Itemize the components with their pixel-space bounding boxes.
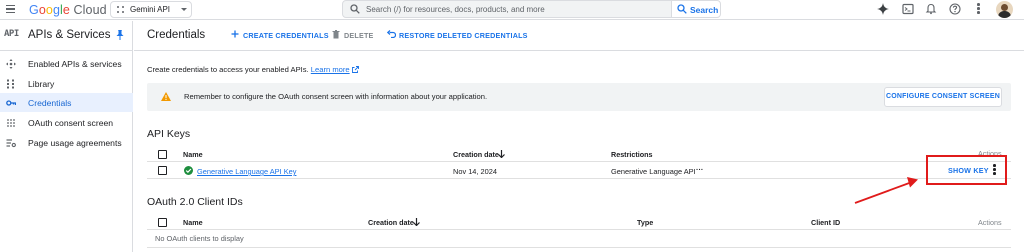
search-bar[interactable]: Search (/) for resources, docs, products… [342,0,672,18]
oauth-table-header: Name Creation date Type Client ID Action… [147,214,1011,230]
gemini-spark-icon[interactable] [877,3,889,15]
api-key-name-link[interactable]: Generative Language API Key [197,167,296,176]
search-icon [677,4,687,14]
api-key-creation-date: Nov 14, 2024 [453,167,497,176]
create-credentials-label: CREATE CREDENTIALS [243,31,329,40]
avatar[interactable] [996,1,1013,18]
pin-icon[interactable] [116,30,124,40]
column-creation-date[interactable]: Creation date [368,218,414,227]
sidebar: API APIs & Services Enabled APIs & servi… [0,21,133,252]
external-link-icon[interactable] [351,66,359,73]
annotation-arrow-icon [854,177,918,204]
consent-dots-icon [7,119,15,127]
sidebar-item-label: Enabled APIs & services [28,59,122,69]
sidebar-item-label: OAuth consent screen [28,118,114,128]
banner-message: Remember to configure the OAuth consent … [184,92,488,101]
arrow-down-icon[interactable] [413,218,420,226]
search-button-label: Search [690,5,719,15]
more-restrictions-icon[interactable]: ··· [696,165,703,174]
sidebar-item-label: Page usage agreements [28,138,122,148]
chevron-down-icon [181,8,187,11]
search-icon [350,4,360,14]
row-checkbox[interactable] [158,166,167,175]
column-actions: Actions [978,218,1002,227]
settings-list-icon [6,139,16,148]
logo-cloud-word: Cloud [73,3,107,17]
oauth-client-ids-heading: OAuth 2.0 Client IDs [147,196,243,208]
key-icon [6,100,16,106]
project-name: Gemini API [130,5,171,14]
page-title: Credentials [147,29,206,41]
notifications-icon[interactable] [925,3,937,15]
undo-icon [387,30,396,38]
configure-consent-screen-button[interactable]: CONFIGURE CONSENT SCREEN [884,87,1002,107]
sidebar-title: APIs & Services [28,29,111,41]
api-badge-icon: API [4,29,19,39]
column-restrictions: Restrictions [611,150,653,159]
learn-more-link[interactable]: Learn more [311,65,350,74]
grid-icon [7,79,14,89]
divider [147,247,1011,248]
delete-label: DELETE [344,31,374,40]
warning-icon [161,92,171,101]
plus-icon [231,30,239,38]
restore-label: RESTORE DELETED CREDENTIALS [399,31,528,40]
column-client-id: Client ID [811,218,841,227]
menu-icon[interactable] [6,5,15,13]
select-all-checkbox[interactable] [158,218,167,227]
logo-letter: G [29,3,39,17]
select-all-checkbox[interactable] [158,150,167,159]
sidebar-item-library[interactable]: Library [0,74,133,93]
api-keys-heading: API Keys [147,128,191,140]
move-icon [6,59,16,69]
more-vert-icon[interactable] [977,3,980,16]
column-name[interactable]: Name [183,218,203,227]
google-cloud-logo[interactable]: Google Cloud [29,3,107,17]
logo-letter: e [62,3,70,17]
intro-sentence: Create credentials to access your enable… [147,65,309,74]
logo-letter: g [52,3,61,17]
empty-state-text: No OAuth clients to display [155,234,244,243]
annotation-highlight-box [926,155,1007,185]
check-circle-icon [184,166,193,175]
sidebar-item-oauth-consent[interactable]: OAuth consent screen [0,113,133,132]
arrow-down-icon[interactable] [498,150,505,158]
column-type: Type [637,218,654,227]
project-selector[interactable]: Gemini API [110,1,192,18]
sidebar-item-credentials[interactable]: Credentials [0,93,133,112]
sidebar-item-label: Credentials [28,98,72,108]
top-bar: Google Cloud Gemini API Search (/) for r… [0,0,1024,20]
logo-letter: o [45,3,53,17]
sidebar-item-page-usage[interactable]: Page usage agreements [0,133,133,152]
help-icon[interactable] [949,3,961,15]
sidebar-item-label: Library [28,79,55,89]
sidebar-item-enabled-apis[interactable]: Enabled APIs & services [0,54,133,73]
trash-icon [332,30,340,39]
page-header: Credentials CREATE CREDENTIALS DELETE RE… [134,21,1024,51]
column-creation-date[interactable]: Creation date [453,150,499,159]
search-input[interactable]: Search (/) for resources, docs, products… [366,5,545,14]
intro-text: Create credentials to access your enable… [147,65,359,74]
logo-letter: o [38,3,46,17]
cloud-shell-icon[interactable] [902,3,914,15]
api-key-restrictions: Generative Language API [611,167,696,176]
search-button[interactable]: Search [671,0,721,18]
oauth-warning-banner: Remember to configure the OAuth consent … [147,83,1011,111]
project-dots-icon [117,6,125,14]
sidebar-header: API APIs & Services [0,21,133,51]
column-name[interactable]: Name [183,150,203,159]
api-keys-table-header: Name Creation date Restrictions Actions [147,146,1011,162]
